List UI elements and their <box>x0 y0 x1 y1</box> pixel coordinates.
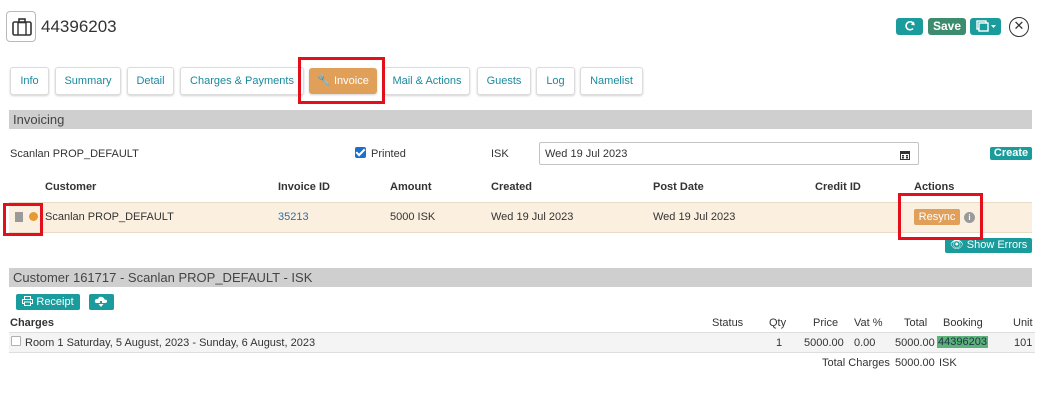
col-vat: Vat % <box>854 317 883 329</box>
row-amount: 5000 ISK <box>390 211 436 223</box>
close-button[interactable]: ✕ <box>1009 17 1029 37</box>
tab-guests[interactable]: Guests <box>477 67 531 95</box>
col-customer: Customer <box>45 181 97 193</box>
charge-booking-link[interactable]: 44396203 <box>937 336 988 348</box>
invoicing-section-header: Invoicing <box>9 110 1032 129</box>
row-invoice-id-link[interactable]: 35213 <box>278 211 309 223</box>
copy-icon <box>975 20 996 32</box>
charge-qty: 1 <box>776 337 783 349</box>
tab-namelist[interactable]: Namelist <box>580 67 643 95</box>
charge-select-checkbox[interactable] <box>11 336 21 346</box>
charge-description: Room 1 Saturday, 5 August, 2023 - Sunday… <box>25 337 316 349</box>
cloud-download-button[interactable] <box>89 294 114 310</box>
page-title: 44396203 <box>41 17 117 36</box>
total-charges-label: Total Charges <box>822 357 890 369</box>
printed-checkbox[interactable] <box>355 147 366 158</box>
row-post-date: Wed 19 Jul 2023 <box>653 211 736 223</box>
col-booking: Booking <box>943 317 983 329</box>
invoice-date-field[interactable]: Wed 19 Jul 2023 <box>539 142 919 165</box>
tab-info[interactable]: Info <box>10 67 49 95</box>
col-created: Created <box>491 181 532 193</box>
col-post-date: Post Date <box>653 181 704 193</box>
invoice-customer-name: Scanlan PROP_DEFAULT <box>10 148 139 160</box>
printer-icon <box>22 296 34 306</box>
total-charges-currency: ISK <box>939 357 957 369</box>
info-icon[interactable]: i <box>964 212 975 223</box>
charge-total: 5000.00 <box>895 337 935 349</box>
create-invoice-button[interactable]: Create <box>990 147 1032 160</box>
col-amount: Amount <box>390 181 432 193</box>
receipt-label: Receipt <box>36 296 74 308</box>
tab-summary[interactable]: Summary <box>55 67 121 95</box>
charge-price: 5000.00 <box>804 337 844 349</box>
refresh-button[interactable] <box>896 18 923 35</box>
col-credit-id: Credit ID <box>815 181 861 193</box>
copy-dropdown-button[interactable] <box>970 18 1001 35</box>
booking-type-icon-box <box>6 11 36 42</box>
show-errors-label: Show Errors <box>966 239 1028 251</box>
calendar-icon <box>900 151 910 160</box>
resync-button[interactable]: Resync <box>914 209 960 225</box>
col-unit: Unit <box>1013 317 1033 329</box>
wrench-icon: 🔧 <box>317 75 331 87</box>
tab-mail-actions[interactable]: Mail & Actions <box>384 67 470 95</box>
currency-label: ISK <box>491 148 509 160</box>
refresh-icon <box>904 21 915 31</box>
tab-invoice[interactable]: 🔧 Invoice <box>309 68 377 94</box>
customer-section-header: Customer 161717 - Scanlan PROP_DEFAULT -… <box>9 268 1032 287</box>
charge-unit: 101 <box>1014 337 1033 349</box>
row-created: Wed 19 Jul 2023 <box>491 211 574 223</box>
status-dot-icon <box>29 212 38 221</box>
col-total: Total <box>904 317 928 329</box>
printed-label: Printed <box>371 148 406 160</box>
col-invoice-id: Invoice ID <box>278 181 330 193</box>
tab-charges-payments[interactable]: Charges & Payments <box>180 67 304 95</box>
col-actions: Actions <box>914 181 955 193</box>
total-charges-value: 5000.00 <box>895 357 935 369</box>
cloud-download-icon <box>94 296 108 307</box>
col-charges: Charges <box>10 317 55 329</box>
save-button[interactable]: Save <box>928 18 966 35</box>
col-qty: Qty <box>769 317 787 329</box>
eye-icon: 👁 <box>949 239 964 251</box>
tab-detail[interactable]: Detail <box>127 67 174 95</box>
tab-log[interactable]: Log <box>536 67 575 95</box>
tab-invoice-label: Invoice <box>333 75 369 87</box>
charge-vat: 0.00 <box>854 337 876 349</box>
show-errors-button[interactable]: 👁 Show Errors <box>945 238 1032 253</box>
col-status: Status <box>712 317 744 329</box>
document-icon[interactable] <box>15 212 23 222</box>
row-customer: Scanlan PROP_DEFAULT <box>45 211 174 223</box>
briefcase-icon <box>12 18 32 36</box>
invoice-date-value: Wed 19 Jul 2023 <box>545 148 628 160</box>
receipt-button[interactable]: Receipt <box>16 294 80 310</box>
col-price: Price <box>813 317 839 329</box>
